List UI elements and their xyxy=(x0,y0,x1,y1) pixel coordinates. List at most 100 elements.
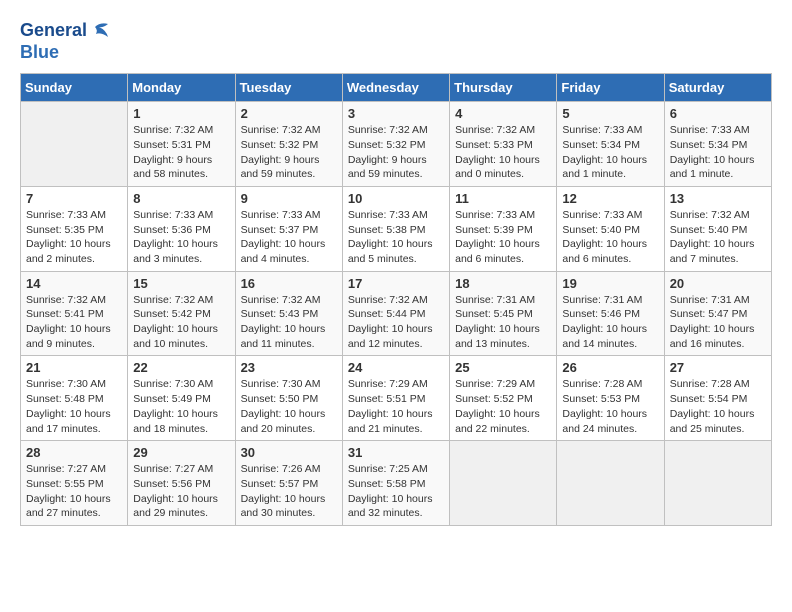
week-row-1: 1Sunrise: 7:32 AM Sunset: 5:31 PM Daylig… xyxy=(21,102,772,187)
day-header-saturday: Saturday xyxy=(664,74,771,102)
day-number: 4 xyxy=(455,106,551,121)
day-info: Sunrise: 7:33 AM Sunset: 5:38 PM Dayligh… xyxy=(348,208,444,267)
calendar-table: SundayMondayTuesdayWednesdayThursdayFrid… xyxy=(20,73,772,526)
day-number: 18 xyxy=(455,276,551,291)
day-info: Sunrise: 7:29 AM Sunset: 5:51 PM Dayligh… xyxy=(348,377,444,436)
calendar-cell: 10 Sunrise: 7:33 AM Sunset: 5:38 PM Dayli… xyxy=(342,186,449,271)
calendar-cell: 18 Sunrise: 7:31 AM Sunset: 5:45 PM Dayli… xyxy=(450,271,557,356)
calendar-cell: 26 Sunrise: 7:28 AM Sunset: 5:53 PM Dayli… xyxy=(557,356,664,441)
day-info: Sunrise: 7:27 AM Sunset: 5:55 PM Dayligh… xyxy=(26,462,122,521)
day-number: 13 xyxy=(670,191,766,206)
calendar-cell: 5 Sunrise: 7:33 AM Sunset: 5:34 PM Daylig… xyxy=(557,102,664,187)
calendar-cell: 2 Sunrise: 7:32 AM Sunset: 5:32 PM Daylig… xyxy=(235,102,342,187)
day-number: 10 xyxy=(348,191,444,206)
day-number: 26 xyxy=(562,360,658,375)
day-header-monday: Monday xyxy=(128,74,235,102)
day-info: Sunrise: 7:33 AM Sunset: 5:34 PM Dayligh… xyxy=(562,123,658,182)
calendar-cell: 13Sunrise: 7:32 AM Sunset: 5:40 PM Dayli… xyxy=(664,186,771,271)
day-number: 12 xyxy=(562,191,658,206)
calendar-cell: 25 Sunrise: 7:29 AM Sunset: 5:52 PM Dayli… xyxy=(450,356,557,441)
day-info: Sunrise: 7:32 AM Sunset: 5:33 PM Dayligh… xyxy=(455,123,551,182)
day-header-sunday: Sunday xyxy=(21,74,128,102)
day-info: Sunrise: 7:28 AM Sunset: 5:54 PM Dayligh… xyxy=(670,377,766,436)
day-info: Sunrise: 7:30 AM Sunset: 5:49 PM Dayligh… xyxy=(133,377,229,436)
day-number: 9 xyxy=(241,191,337,206)
day-number: 23 xyxy=(241,360,337,375)
calendar-cell: 12Sunrise: 7:33 AM Sunset: 5:40 PM Dayli… xyxy=(557,186,664,271)
day-number: 19 xyxy=(562,276,658,291)
calendar-cell: 20 Sunrise: 7:31 AM Sunset: 5:47 PM Dayli… xyxy=(664,271,771,356)
logo-bird-icon xyxy=(89,21,111,41)
day-header-friday: Friday xyxy=(557,74,664,102)
day-number: 20 xyxy=(670,276,766,291)
calendar-cell: 24 Sunrise: 7:29 AM Sunset: 5:51 PM Dayli… xyxy=(342,356,449,441)
calendar-cell: 30 Sunrise: 7:26 AM Sunset: 5:57 PM Dayli… xyxy=(235,441,342,526)
calendar-cell: 8Sunrise: 7:33 AM Sunset: 5:36 PM Daylig… xyxy=(128,186,235,271)
calendar-cell xyxy=(21,102,128,187)
calendar-cell: 15 Sunrise: 7:32 AM Sunset: 5:42 PM Dayli… xyxy=(128,271,235,356)
day-info: Sunrise: 7:27 AM Sunset: 5:56 PM Dayligh… xyxy=(133,462,229,521)
calendar-cell: 7 Sunrise: 7:33 AM Sunset: 5:35 PM Daylig… xyxy=(21,186,128,271)
day-number: 31 xyxy=(348,445,444,460)
day-info: Sunrise: 7:32 AM Sunset: 5:44 PM Dayligh… xyxy=(348,293,444,352)
day-info: Sunrise: 7:29 AM Sunset: 5:52 PM Dayligh… xyxy=(455,377,551,436)
calendar-cell: 22 Sunrise: 7:30 AM Sunset: 5:49 PM Dayli… xyxy=(128,356,235,441)
calendar-cell: 29 Sunrise: 7:27 AM Sunset: 5:56 PM Dayli… xyxy=(128,441,235,526)
calendar-cell: 9 Sunrise: 7:33 AM Sunset: 5:37 PM Daylig… xyxy=(235,186,342,271)
day-info: Sunrise: 7:32 AM Sunset: 5:31 PM Dayligh… xyxy=(133,123,229,182)
day-info: Sunrise: 7:33 AM Sunset: 5:37 PM Dayligh… xyxy=(241,208,337,267)
day-number: 16 xyxy=(241,276,337,291)
day-header-thursday: Thursday xyxy=(450,74,557,102)
day-number: 28 xyxy=(26,445,122,460)
week-row-2: 7 Sunrise: 7:33 AM Sunset: 5:35 PM Daylig… xyxy=(21,186,772,271)
day-info: Sunrise: 7:33 AM Sunset: 5:35 PM Dayligh… xyxy=(26,208,122,267)
day-info: Sunrise: 7:32 AM Sunset: 5:41 PM Dayligh… xyxy=(26,293,122,352)
day-info: Sunrise: 7:32 AM Sunset: 5:42 PM Dayligh… xyxy=(133,293,229,352)
week-row-5: 28 Sunrise: 7:27 AM Sunset: 5:55 PM Dayli… xyxy=(21,441,772,526)
day-info: Sunrise: 7:33 AM Sunset: 5:34 PM Dayligh… xyxy=(670,123,766,182)
day-info: Sunrise: 7:26 AM Sunset: 5:57 PM Dayligh… xyxy=(241,462,337,521)
calendar-cell: 11Sunrise: 7:33 AM Sunset: 5:39 PM Dayli… xyxy=(450,186,557,271)
calendar-cell: 19 Sunrise: 7:31 AM Sunset: 5:46 PM Dayli… xyxy=(557,271,664,356)
day-header-wednesday: Wednesday xyxy=(342,74,449,102)
calendar-cell: 17Sunrise: 7:32 AM Sunset: 5:44 PM Dayli… xyxy=(342,271,449,356)
day-number: 15 xyxy=(133,276,229,291)
calendar-cell: 1Sunrise: 7:32 AM Sunset: 5:31 PM Daylig… xyxy=(128,102,235,187)
day-info: Sunrise: 7:30 AM Sunset: 5:48 PM Dayligh… xyxy=(26,377,122,436)
day-info: Sunrise: 7:31 AM Sunset: 5:45 PM Dayligh… xyxy=(455,293,551,352)
day-info: Sunrise: 7:32 AM Sunset: 5:32 PM Dayligh… xyxy=(348,123,444,182)
calendar-cell: 4 Sunrise: 7:32 AM Sunset: 5:33 PM Daylig… xyxy=(450,102,557,187)
day-number: 22 xyxy=(133,360,229,375)
day-info: Sunrise: 7:32 AM Sunset: 5:32 PM Dayligh… xyxy=(241,123,337,182)
day-header-tuesday: Tuesday xyxy=(235,74,342,102)
logo-blue-text: Blue xyxy=(20,42,59,64)
week-row-3: 14Sunrise: 7:32 AM Sunset: 5:41 PM Dayli… xyxy=(21,271,772,356)
day-info: Sunrise: 7:31 AM Sunset: 5:46 PM Dayligh… xyxy=(562,293,658,352)
day-number: 11 xyxy=(455,191,551,206)
calendar-cell: 6 Sunrise: 7:33 AM Sunset: 5:34 PM Daylig… xyxy=(664,102,771,187)
calendar-cell: 28 Sunrise: 7:27 AM Sunset: 5:55 PM Dayli… xyxy=(21,441,128,526)
day-number: 6 xyxy=(670,106,766,121)
day-number: 27 xyxy=(670,360,766,375)
logo: General Blue xyxy=(20,20,111,63)
day-number: 25 xyxy=(455,360,551,375)
day-info: Sunrise: 7:28 AM Sunset: 5:53 PM Dayligh… xyxy=(562,377,658,436)
day-number: 3 xyxy=(348,106,444,121)
calendar-cell: 14Sunrise: 7:32 AM Sunset: 5:41 PM Dayli… xyxy=(21,271,128,356)
calendar-cell: 3 Sunrise: 7:32 AM Sunset: 5:32 PM Daylig… xyxy=(342,102,449,187)
calendar-cell: 23 Sunrise: 7:30 AM Sunset: 5:50 PM Dayli… xyxy=(235,356,342,441)
calendar-cell: 31Sunrise: 7:25 AM Sunset: 5:58 PM Dayli… xyxy=(342,441,449,526)
day-number: 29 xyxy=(133,445,229,460)
calendar-cell xyxy=(664,441,771,526)
calendar-cell: 27 Sunrise: 7:28 AM Sunset: 5:54 PM Dayli… xyxy=(664,356,771,441)
day-number: 2 xyxy=(241,106,337,121)
logo-general-text: General xyxy=(20,20,87,42)
day-number: 30 xyxy=(241,445,337,460)
day-info: Sunrise: 7:31 AM Sunset: 5:47 PM Dayligh… xyxy=(670,293,766,352)
day-info: Sunrise: 7:30 AM Sunset: 5:50 PM Dayligh… xyxy=(241,377,337,436)
day-number: 7 xyxy=(26,191,122,206)
day-number: 5 xyxy=(562,106,658,121)
day-info: Sunrise: 7:32 AM Sunset: 5:43 PM Dayligh… xyxy=(241,293,337,352)
calendar-cell xyxy=(450,441,557,526)
day-number: 24 xyxy=(348,360,444,375)
